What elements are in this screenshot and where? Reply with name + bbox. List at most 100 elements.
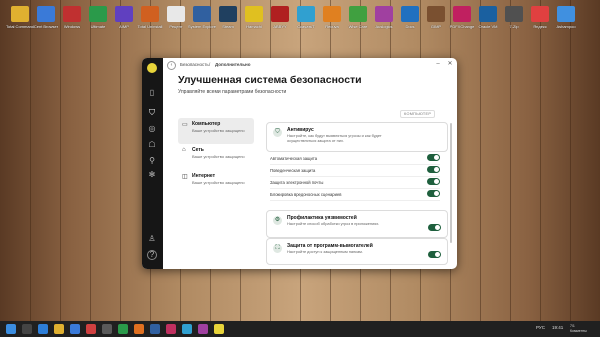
account-icon[interactable]: ♙ <box>147 234 157 244</box>
clock-date[interactable]: 7/1 <box>570 324 575 328</box>
setting-label: Поведенческая защита <box>270 168 316 173</box>
ransomware-protection-toggle[interactable] <box>428 251 441 258</box>
desktop-shortcut-icon[interactable] <box>505 6 523 22</box>
desktop-shortcut-icon[interactable] <box>479 6 497 22</box>
edge-icon[interactable] <box>38 324 48 334</box>
desktop-shortcut-icon[interactable] <box>323 6 341 22</box>
taskbar: РУС 19:41 7/1 Комменты <box>0 321 600 337</box>
desktop-shortcut-label[interactable]: Ashampoo <box>552 24 580 29</box>
app-icon[interactable] <box>182 324 192 334</box>
email-protection-toggle[interactable] <box>427 178 440 185</box>
app-icon[interactable] <box>150 324 160 334</box>
script-blocking-toggle[interactable] <box>427 190 440 197</box>
desktop-shortcut-icon[interactable] <box>11 6 29 22</box>
search-taskbar-icon[interactable] <box>22 324 32 334</box>
vulnerability-prevention-card[interactable]: ⚙ Профилактика уязвимостей Настройте спо… <box>266 210 448 238</box>
wood-plank-line <box>540 0 541 321</box>
desktop-shortcut-icon[interactable] <box>271 6 289 22</box>
antivirus-icon: ⛉ <box>273 128 282 137</box>
desktop-shortcut-label[interactable]: Auslogics <box>370 24 398 29</box>
desktop-shortcut-icon[interactable] <box>401 6 419 22</box>
desktop-shortcut-label[interactable]: Яндекс <box>526 24 554 29</box>
vulnerability-prevention-toggle[interactable] <box>428 224 441 231</box>
desktop-shortcut-icon[interactable] <box>297 6 315 22</box>
desktop-shortcut-label[interactable]: GIMP <box>422 24 450 29</box>
ransomware-card[interactable]: ⛶ Защита от программ-вымогателей Настрой… <box>266 238 448 265</box>
desktop-shortcut-label[interactable]: Wise Care <box>344 24 372 29</box>
nav-item-computer[interactable]: ▭ Компьютер Ваше устройство защищено <box>178 118 254 144</box>
desktop-shortcut-label[interactable]: Recuva <box>318 24 346 29</box>
desktop-shortcut-icon[interactable] <box>453 6 471 22</box>
nav-item-status: Ваше устройство защищено <box>192 128 245 133</box>
settings-icon[interactable]: ✻ <box>147 170 157 180</box>
minimize-button[interactable]: – <box>433 60 443 69</box>
shield-icon[interactable]: ⛉ <box>147 108 157 118</box>
desktop-shortcut-icon[interactable] <box>219 6 237 22</box>
start-icon[interactable] <box>6 324 16 334</box>
desktop-shortcut-label[interactable]: ABBYY <box>266 24 294 29</box>
back-icon[interactable]: ‹ <box>167 61 176 70</box>
notification-label[interactable]: Комменты <box>570 329 587 333</box>
desktop-shortcut-label[interactable]: 7-Zip <box>500 24 528 29</box>
app-icon[interactable] <box>166 324 176 334</box>
close-button[interactable]: ✕ <box>445 60 455 69</box>
desktop-shortcut-label[interactable]: Total Uninstall <box>136 24 164 29</box>
desktop-shortcut-icon[interactable] <box>375 6 393 22</box>
store-icon[interactable] <box>70 324 80 334</box>
antivirus-card[interactable]: ⛉ Антивирус Настройте, как будут выявлят… <box>266 122 448 152</box>
desktop-shortcut-label[interactable]: System Explorer <box>188 24 216 29</box>
desktop-shortcut-icon[interactable] <box>115 6 133 22</box>
app-icon[interactable] <box>198 324 208 334</box>
desktop-shortcut-label[interactable]: PDFXChange <box>448 24 476 29</box>
desktop-shortcut-icon[interactable] <box>349 6 367 22</box>
nav-item-label: Компьютер <box>192 121 221 127</box>
desktop-shortcut-icon[interactable] <box>193 6 211 22</box>
breadcrumb-root[interactable]: Безопасность <box>180 62 209 67</box>
nav-item-network[interactable]: ⌂ Сеть Ваше устройство защищено <box>178 144 254 170</box>
security-app-taskbar-icon[interactable] <box>214 324 224 334</box>
app-icon[interactable] <box>118 324 128 334</box>
behavior-protection-toggle[interactable] <box>427 166 440 173</box>
clock-time[interactable]: 19:41 <box>552 325 563 330</box>
desktop-shortcut-icon[interactable] <box>89 6 107 22</box>
desktop-shortcut-icon[interactable] <box>167 6 185 22</box>
ransomware-icon: ⛶ <box>273 244 282 253</box>
desktop-shortcut-label[interactable]: Steam <box>214 24 242 29</box>
network-icon: ⌂ <box>182 147 186 153</box>
desktop-shortcut-label[interactable]: Docs <box>396 24 424 29</box>
wood-plank-line <box>510 0 511 321</box>
app-icon[interactable] <box>86 324 96 334</box>
auto-protection-toggle[interactable] <box>427 154 440 161</box>
language-indicator[interactable]: РУС <box>536 325 545 330</box>
card-description: Настройте способ обработки угроз в прило… <box>287 221 380 226</box>
desktop-shortcut-icon[interactable] <box>427 6 445 22</box>
desktop-shortcut-label[interactable]: AIMP <box>110 24 138 29</box>
desktop-shortcut-icon[interactable] <box>557 6 575 22</box>
help-icon[interactable]: ? <box>147 250 157 260</box>
desktop-shortcut-icon[interactable] <box>245 6 263 22</box>
app-icon[interactable] <box>102 324 112 334</box>
desktop-shortcut-label[interactable]: Ultimate <box>84 24 112 29</box>
wood-plank-line <box>60 0 61 321</box>
lock-icon[interactable]: ◎ <box>147 124 157 134</box>
desktop-shortcut-label[interactable]: Oracle VM <box>474 24 502 29</box>
nav-item-internet[interactable]: ◫ Интернет Ваше устройство защищено <box>178 170 254 196</box>
title-bar: ‹ Безопасность / Дополнительно – ✕ <box>163 58 457 72</box>
desktop-shortcut-label[interactable]: СкачатьТ <box>292 24 320 29</box>
desktop-shortcut-icon[interactable] <box>63 6 81 22</box>
desktop-shortcut-label[interactable]: Cent Browser <box>32 24 60 29</box>
scrollbar[interactable] <box>450 123 452 243</box>
app-icon[interactable] <box>134 324 144 334</box>
app-logo-icon[interactable] <box>147 63 157 73</box>
desktop-shortcut-label[interactable]: Рецепт <box>162 24 190 29</box>
search-icon[interactable]: ⚲ <box>147 156 157 166</box>
desktop-shortcut-icon[interactable] <box>141 6 159 22</box>
desktop-shortcut-label[interactable]: Total Commander <box>6 24 34 29</box>
desktop-shortcut-label[interactable]: Hamachi <box>240 24 268 29</box>
desktop-shortcut-icon[interactable] <box>37 6 55 22</box>
desktop-shortcut-icon[interactable] <box>531 6 549 22</box>
explorer-icon[interactable] <box>54 324 64 334</box>
privacy-icon[interactable]: ☖ <box>147 140 157 150</box>
desktop-shortcut-label[interactable]: Windows <box>58 24 86 29</box>
dashboard-icon[interactable]: ▯ <box>147 88 157 98</box>
